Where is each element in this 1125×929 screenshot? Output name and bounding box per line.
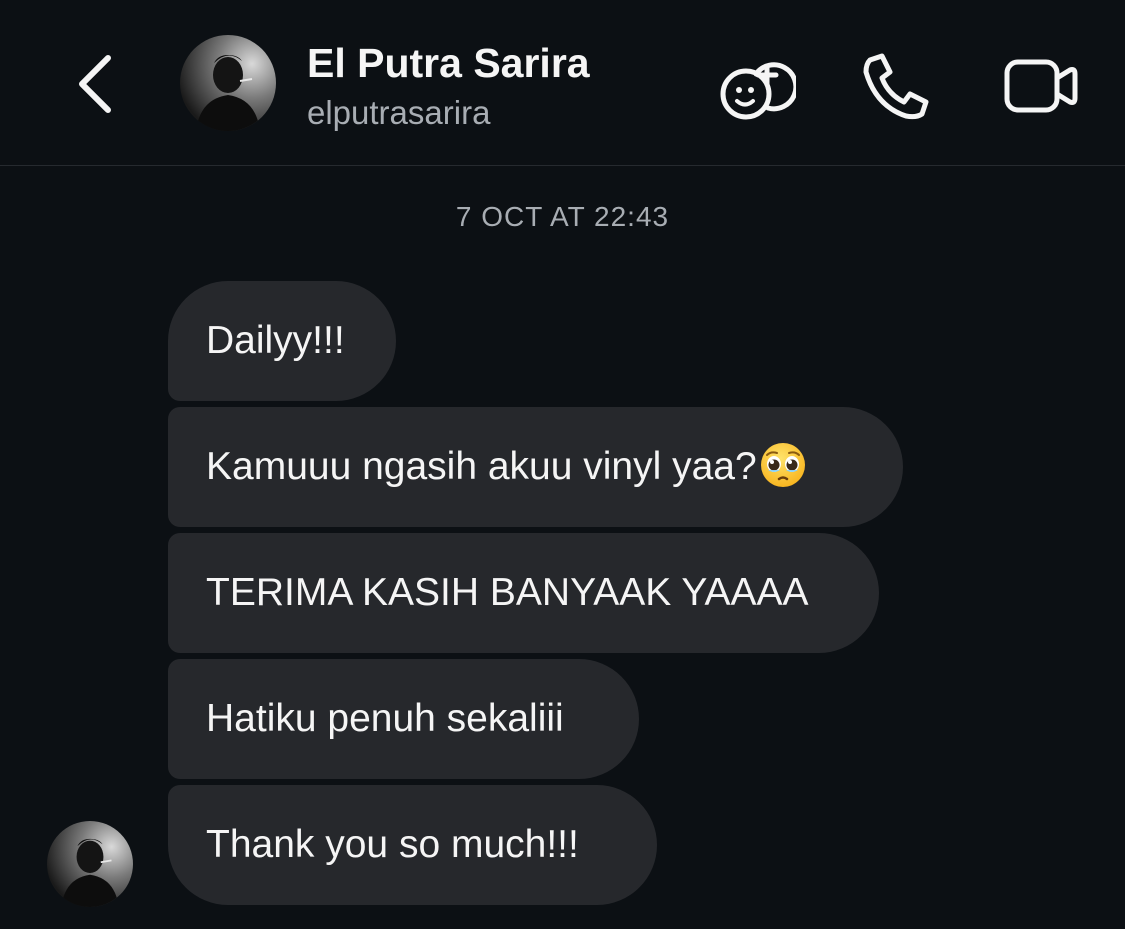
message-bubble[interactable]: TERIMA KASIH BANYAAK YAAAA [168, 533, 879, 653]
message-text: Kamuuu ngasih akuu vinyl yaa? [206, 445, 757, 488]
effects-add-icon [720, 62, 796, 120]
audio-call-button[interactable] [858, 50, 938, 122]
video-call-button[interactable] [1000, 50, 1080, 122]
pleading-face-emoji-icon [759, 441, 807, 489]
message-bubble[interactable]: Thank you so much!!! [168, 785, 657, 905]
contact-name[interactable]: El Putra Sarira [307, 40, 590, 87]
sender-avatar[interactable] [47, 821, 133, 907]
chat-header: El Putra Sarira elputrasarira [0, 0, 1125, 166]
phone-icon [863, 53, 929, 120]
message-timestamp: 7 OCT AT 22:43 [455, 201, 670, 232]
message-bubble[interactable]: Kamuuu ngasih akuu vinyl yaa? [168, 407, 903, 527]
contact-avatar[interactable] [180, 35, 276, 131]
video-camera-icon [1004, 59, 1078, 113]
message-text: Hatiku penuh sekaliii [206, 697, 564, 740]
back-button[interactable] [66, 50, 126, 118]
chevron-left-icon [79, 55, 111, 113]
message-bubble[interactable]: Hatiku penuh sekaliii [168, 659, 639, 779]
message-text: Dailyy!!! [206, 319, 345, 362]
contact-username[interactable]: elputrasarira [307, 94, 490, 132]
message-text: TERIMA KASIH BANYAAK YAAAA [206, 571, 809, 614]
message-text: Thank you so much!!! [206, 823, 579, 866]
effects-button[interactable] [716, 50, 796, 122]
message-bubble[interactable]: Dailyy!!! [168, 281, 396, 401]
